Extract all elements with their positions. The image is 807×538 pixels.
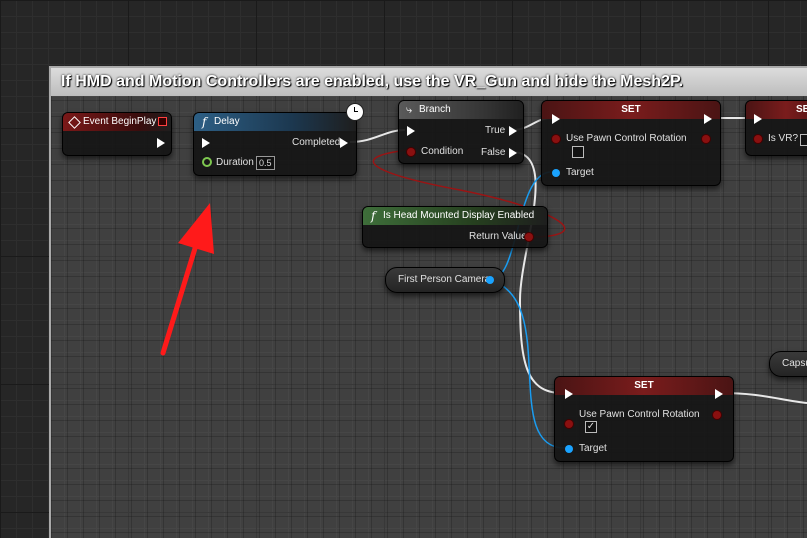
annotation-arrow	[160, 203, 214, 356]
arrow-head-icon	[178, 203, 214, 254]
arrow-shaft	[160, 229, 203, 356]
